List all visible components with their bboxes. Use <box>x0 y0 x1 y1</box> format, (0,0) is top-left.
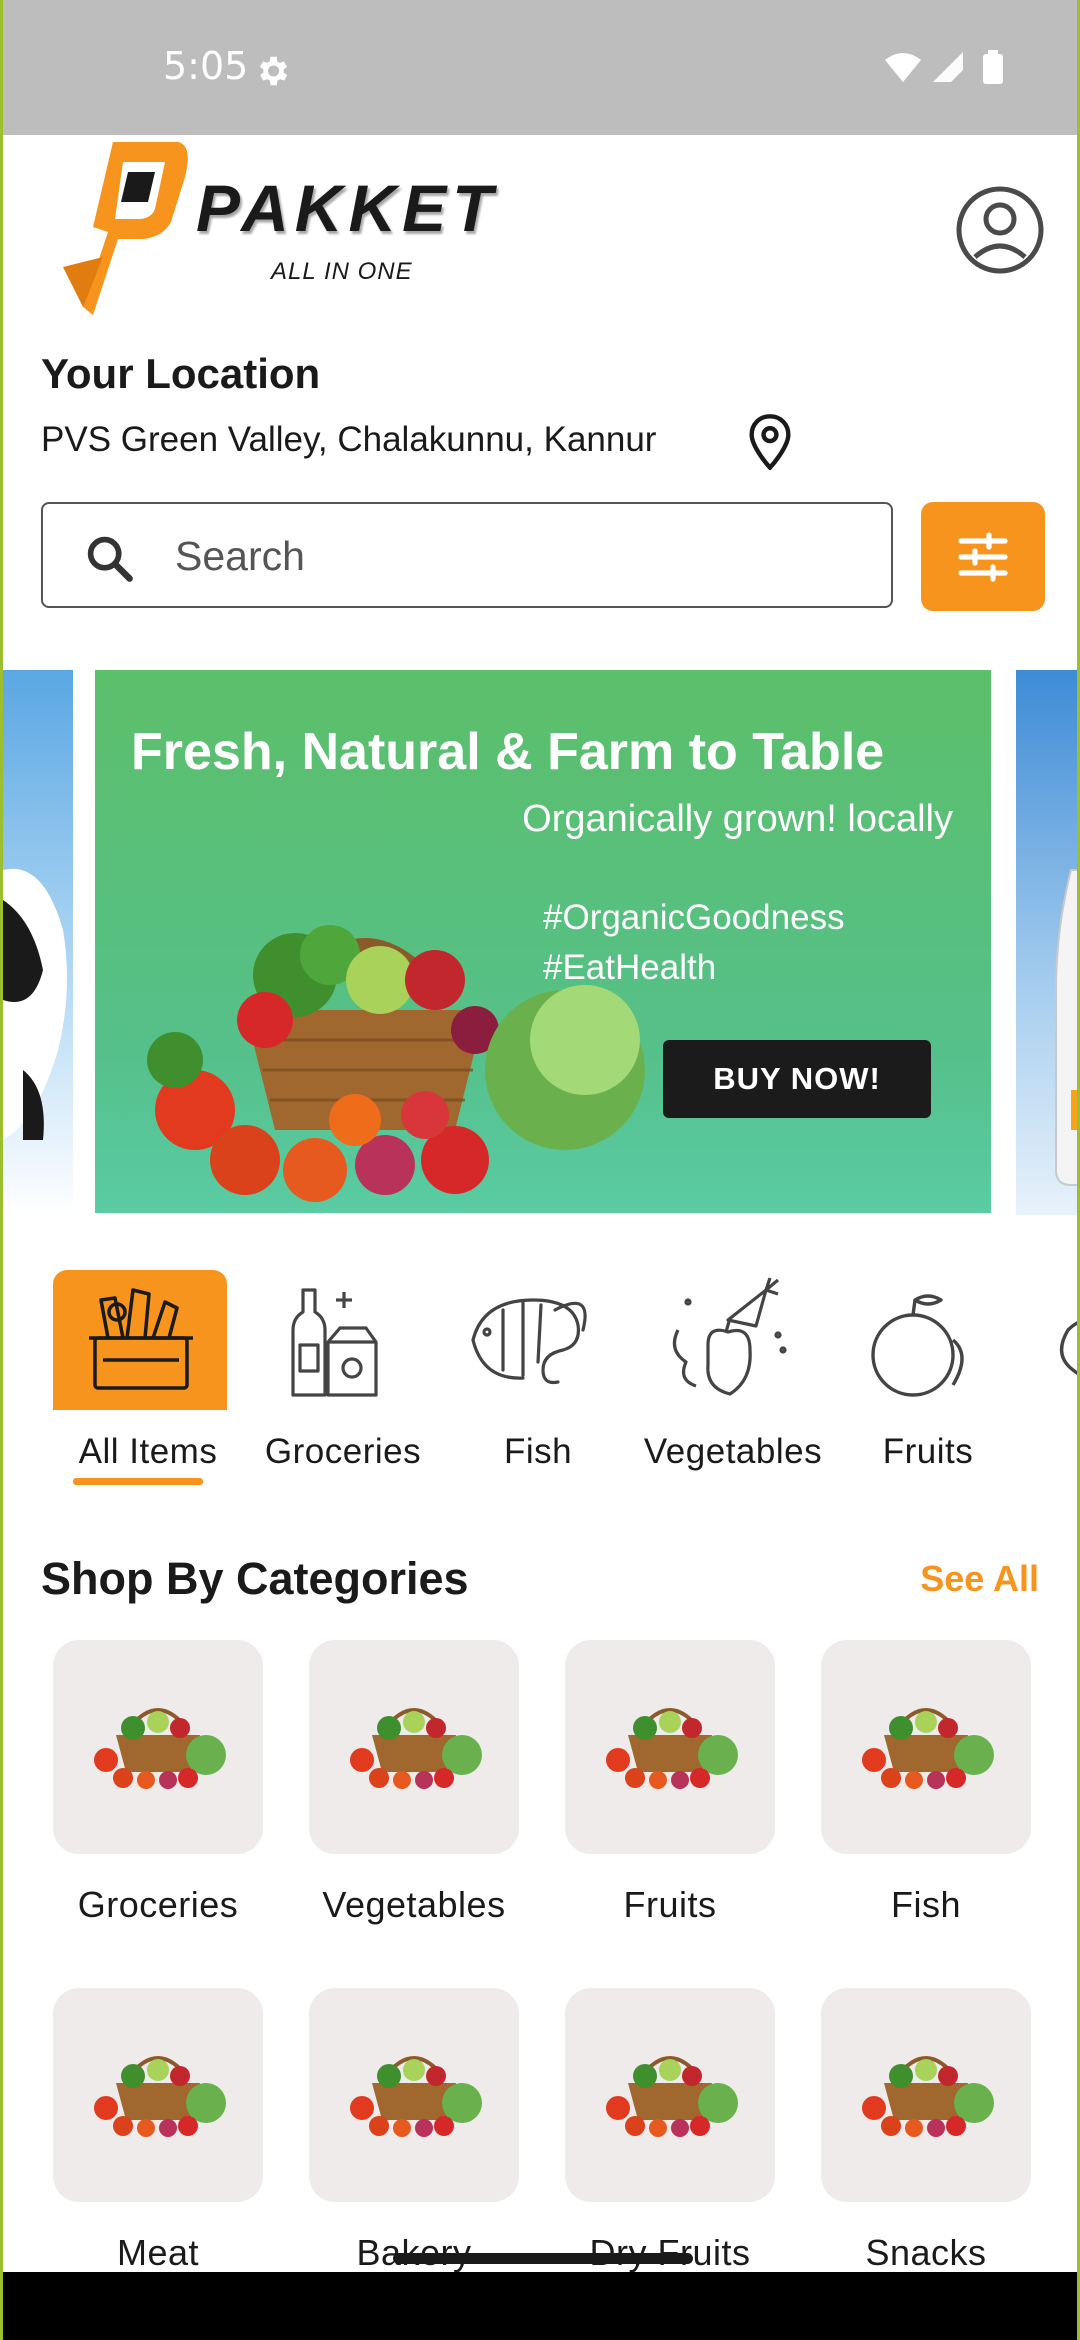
filter-button[interactable] <box>921 502 1045 611</box>
vegetable-basket-icon <box>606 2056 738 2137</box>
location-address[interactable]: PVS Green Valley, Chalakunnu, Kannur <box>41 420 656 460</box>
category-label: Fish <box>890 1884 961 1925</box>
vegetable-basket-icon <box>862 2056 994 2137</box>
tab-icon-box <box>638 1270 812 1410</box>
tab-meat[interactable]: M <box>1028 1270 1077 1500</box>
tab-icon-box <box>833 1270 1007 1410</box>
tab-vegetables[interactable]: Vegetables <box>638 1270 828 1500</box>
category-card[interactable]: Dry Fruits <box>565 1988 775 2274</box>
grocery-bottles-icon <box>291 1288 378 1397</box>
category-thumbnail <box>565 1640 775 1854</box>
location-title: Your Location <box>41 350 321 397</box>
profile-button[interactable] <box>955 185 1045 275</box>
category-card[interactable]: Bakery <box>309 1988 519 2274</box>
vegetable-basket-icon <box>94 1708 226 1789</box>
fruit-icon <box>871 1294 964 1397</box>
vegetable-basket-icon <box>350 1708 482 1789</box>
category-thumbnail <box>53 1988 263 2202</box>
buy-now-button[interactable]: BUY NOW! <box>663 1040 931 1118</box>
tab-fish[interactable]: Fish <box>443 1270 633 1500</box>
app-screen: 5:05 PAKKET ALL IN ONE Your Location PVS… <box>0 0 1080 2340</box>
basket-icon <box>89 1288 193 1390</box>
category-thumbnail <box>53 1640 263 1854</box>
tab-icon-box <box>1028 1270 1077 1410</box>
system-navigation-bar <box>3 2272 1077 2340</box>
banner-subheadline: Organically grown! locally <box>522 798 953 840</box>
pakket-logo-mark <box>53 137 193 322</box>
search-icon <box>83 532 135 589</box>
category-label: Fruits <box>623 1884 717 1925</box>
category-card[interactable]: Meat <box>53 1988 263 2274</box>
system-status-icons <box>883 50 1013 95</box>
tab-icon-box <box>53 1270 227 1410</box>
category-card[interactable]: Fruits <box>565 1640 775 1926</box>
gesture-handle[interactable] <box>393 2253 693 2264</box>
banner-next-slide[interactable] <box>1016 670 1077 1215</box>
settings-gear-icon <box>253 52 291 95</box>
vegetable-basket-icon <box>350 2056 482 2137</box>
vegetable-basket-icon <box>606 1708 738 1789</box>
wifi-icon <box>885 53 921 82</box>
brand-tagline: ALL IN ONE <box>271 258 413 285</box>
category-card[interactable]: Snacks <box>821 1988 1031 2274</box>
shrimp-icon <box>471 1298 587 1385</box>
category-thumbnail <box>821 1640 1031 1854</box>
account-circle-icon <box>956 186 1044 274</box>
tab-fruits[interactable]: Fruits <box>833 1270 1023 1500</box>
battery-icon <box>983 50 1003 84</box>
tune-sliders-icon <box>958 532 1008 582</box>
search-box[interactable] <box>41 502 893 608</box>
status-bar: 5:05 <box>3 0 1077 135</box>
signal-icon <box>933 52 963 82</box>
tab-groceries[interactable]: Groceries <box>248 1270 438 1500</box>
tab-all-items[interactable]: All Items <box>53 1270 243 1500</box>
location-pin-icon[interactable] <box>748 414 792 475</box>
tab-label: M <box>1008 1432 1077 1472</box>
vegetable-basket-icon <box>862 1708 994 1789</box>
promo-banner[interactable]: Fresh, Natural & Farm to Table Organical… <box>95 670 991 1213</box>
category-label: Meat <box>116 2232 200 2273</box>
banner-headline: Fresh, Natural & Farm to Table <box>131 723 885 781</box>
vegetable-basket-icon <box>94 2056 226 2137</box>
tab-icon-box <box>443 1270 617 1410</box>
category-thumbnail <box>565 1988 775 2202</box>
vegetables-icon <box>672 1277 787 1396</box>
status-time: 5:05 <box>163 44 249 88</box>
category-thumbnail <box>309 1640 519 1854</box>
tab-icon-box <box>248 1270 422 1410</box>
category-card[interactable]: Vegetables <box>309 1640 519 1926</box>
category-label: Snacks <box>865 2232 987 2273</box>
meat-icon <box>1059 1321 1077 1375</box>
category-thumbnail <box>821 1988 1031 2202</box>
category-card[interactable]: Fish <box>821 1640 1031 1926</box>
category-card[interactable]: Groceries <box>53 1640 263 1926</box>
category-thumbnail <box>309 1988 519 2202</box>
section-title: Shop By Categories <box>41 1553 469 1604</box>
search-input[interactable] <box>173 522 857 590</box>
brand-name: PAKKET <box>196 171 499 245</box>
category-label: Vegetables <box>322 1884 506 1925</box>
vegetable-basket-image <box>135 870 655 1213</box>
selected-tab-indicator <box>73 1478 203 1485</box>
category-label: Groceries <box>77 1884 239 1925</box>
see-all-link[interactable]: See All <box>920 1558 1039 1600</box>
banner-previous-slide[interactable] <box>3 670 73 1215</box>
